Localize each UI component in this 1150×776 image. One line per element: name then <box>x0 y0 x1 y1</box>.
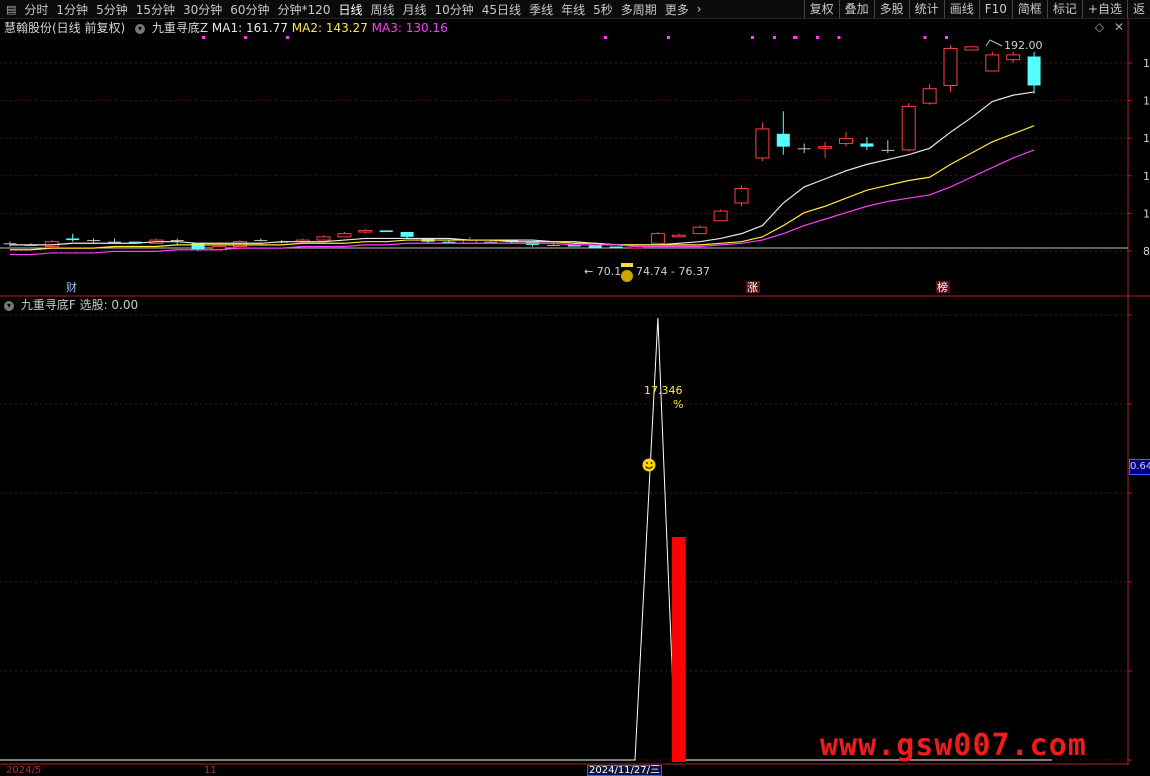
signal-dot <box>751 36 754 39</box>
watermark: www.gsw007.com <box>820 728 1087 763</box>
date-start: 2024/5 <box>6 765 42 776</box>
candle-body <box>839 138 853 144</box>
price-axis-label: 1 <box>1143 170 1150 183</box>
low-price-label: ← 70.1 <box>584 265 621 278</box>
candle-body <box>734 188 749 204</box>
candle-body <box>922 88 937 104</box>
candle-body <box>337 233 352 238</box>
candle-body <box>985 54 1000 72</box>
percent-unit: % <box>673 398 683 411</box>
ma3-line <box>10 149 1035 256</box>
ma1-line <box>10 91 1035 246</box>
candle-body <box>671 234 686 238</box>
event-marker-zhang: 涨 <box>747 281 758 294</box>
candle-body <box>818 146 833 149</box>
price-axis-label: 8 <box>1143 245 1150 258</box>
candle-body <box>713 210 728 222</box>
smiley-icon <box>642 458 656 472</box>
sub-indicator-value: 选股: 0.00 <box>79 298 139 312</box>
date-selected[interactable]: 2024/11/27/三 <box>587 765 663 776</box>
candle-body <box>484 241 498 243</box>
kline-chart[interactable]: 111118192.00← 70.1 74.74 - 76.37财涨榜17.346… <box>0 0 1150 776</box>
money-bag-icon <box>621 270 633 282</box>
candle-body <box>776 133 790 147</box>
signal-dot <box>794 36 798 39</box>
sub-chart-infobar: ▾ 九重寻底F 选股: 0.00 <box>0 297 138 313</box>
date-mid: 11 <box>204 765 217 776</box>
event-marker-bang: 榜 <box>937 280 948 294</box>
smiley-eye <box>646 462 648 464</box>
event-marker-cai: 财 <box>66 280 77 294</box>
candle-body <box>755 128 770 159</box>
ma2-line <box>10 125 1035 251</box>
candle-body <box>692 226 707 235</box>
percent-value: 17.346 <box>644 384 683 397</box>
candle-body <box>901 105 916 151</box>
candle-body <box>316 236 331 241</box>
candle-body <box>964 46 979 51</box>
candle-body <box>1027 56 1041 86</box>
smiley-eye <box>650 462 653 464</box>
candle-body <box>650 233 665 244</box>
money-bag-top <box>621 263 633 267</box>
signal-dot <box>816 36 819 39</box>
high-pointer <box>985 39 1003 47</box>
signal-dot <box>923 36 927 39</box>
candle-body <box>609 246 623 249</box>
candle-body <box>797 148 811 150</box>
candle-body <box>254 240 268 242</box>
candle-body <box>87 240 101 242</box>
sub-indicator-toggle-icon[interactable]: ▾ <box>4 300 14 311</box>
signal-dot <box>837 36 841 39</box>
low-range-label: 74.74 - 76.37 <box>636 265 710 278</box>
candle-body <box>3 243 17 245</box>
candle-body <box>170 240 184 242</box>
candle-body <box>66 238 80 241</box>
price-axis-label: 1 <box>1143 207 1150 220</box>
sub-axis-value-tag: 0.64 <box>1129 459 1150 475</box>
high-price-label: 192.00 <box>1004 39 1043 52</box>
candle-body <box>379 230 393 233</box>
candle-body <box>546 244 560 246</box>
signal-dot <box>773 36 776 39</box>
price-axis-label: 1 <box>1143 132 1150 145</box>
candle-body <box>881 149 895 151</box>
signal-dot <box>667 36 670 39</box>
price-axis-label: 1 <box>1143 57 1150 70</box>
candle-body <box>232 241 247 248</box>
candle-body <box>860 143 874 147</box>
selection-signal-line <box>0 317 1052 761</box>
candle-body <box>191 243 205 250</box>
signal-dot <box>202 36 205 39</box>
candle-body <box>108 241 121 243</box>
date-axis: 2024/5 11 2024/11/27/三 <box>0 765 1128 776</box>
candle-body <box>1006 54 1021 61</box>
signal-dot <box>286 36 289 39</box>
candle-body <box>358 229 373 233</box>
signal-dot <box>945 36 948 39</box>
candle-body <box>943 47 958 86</box>
signal-bar <box>671 537 686 762</box>
signal-dot <box>244 36 247 39</box>
sub-indicator-name: 九重寻底F <box>20 298 76 312</box>
signal-dot <box>604 36 607 39</box>
candle-body <box>400 232 414 237</box>
price-axis-label: 1 <box>1143 95 1150 108</box>
